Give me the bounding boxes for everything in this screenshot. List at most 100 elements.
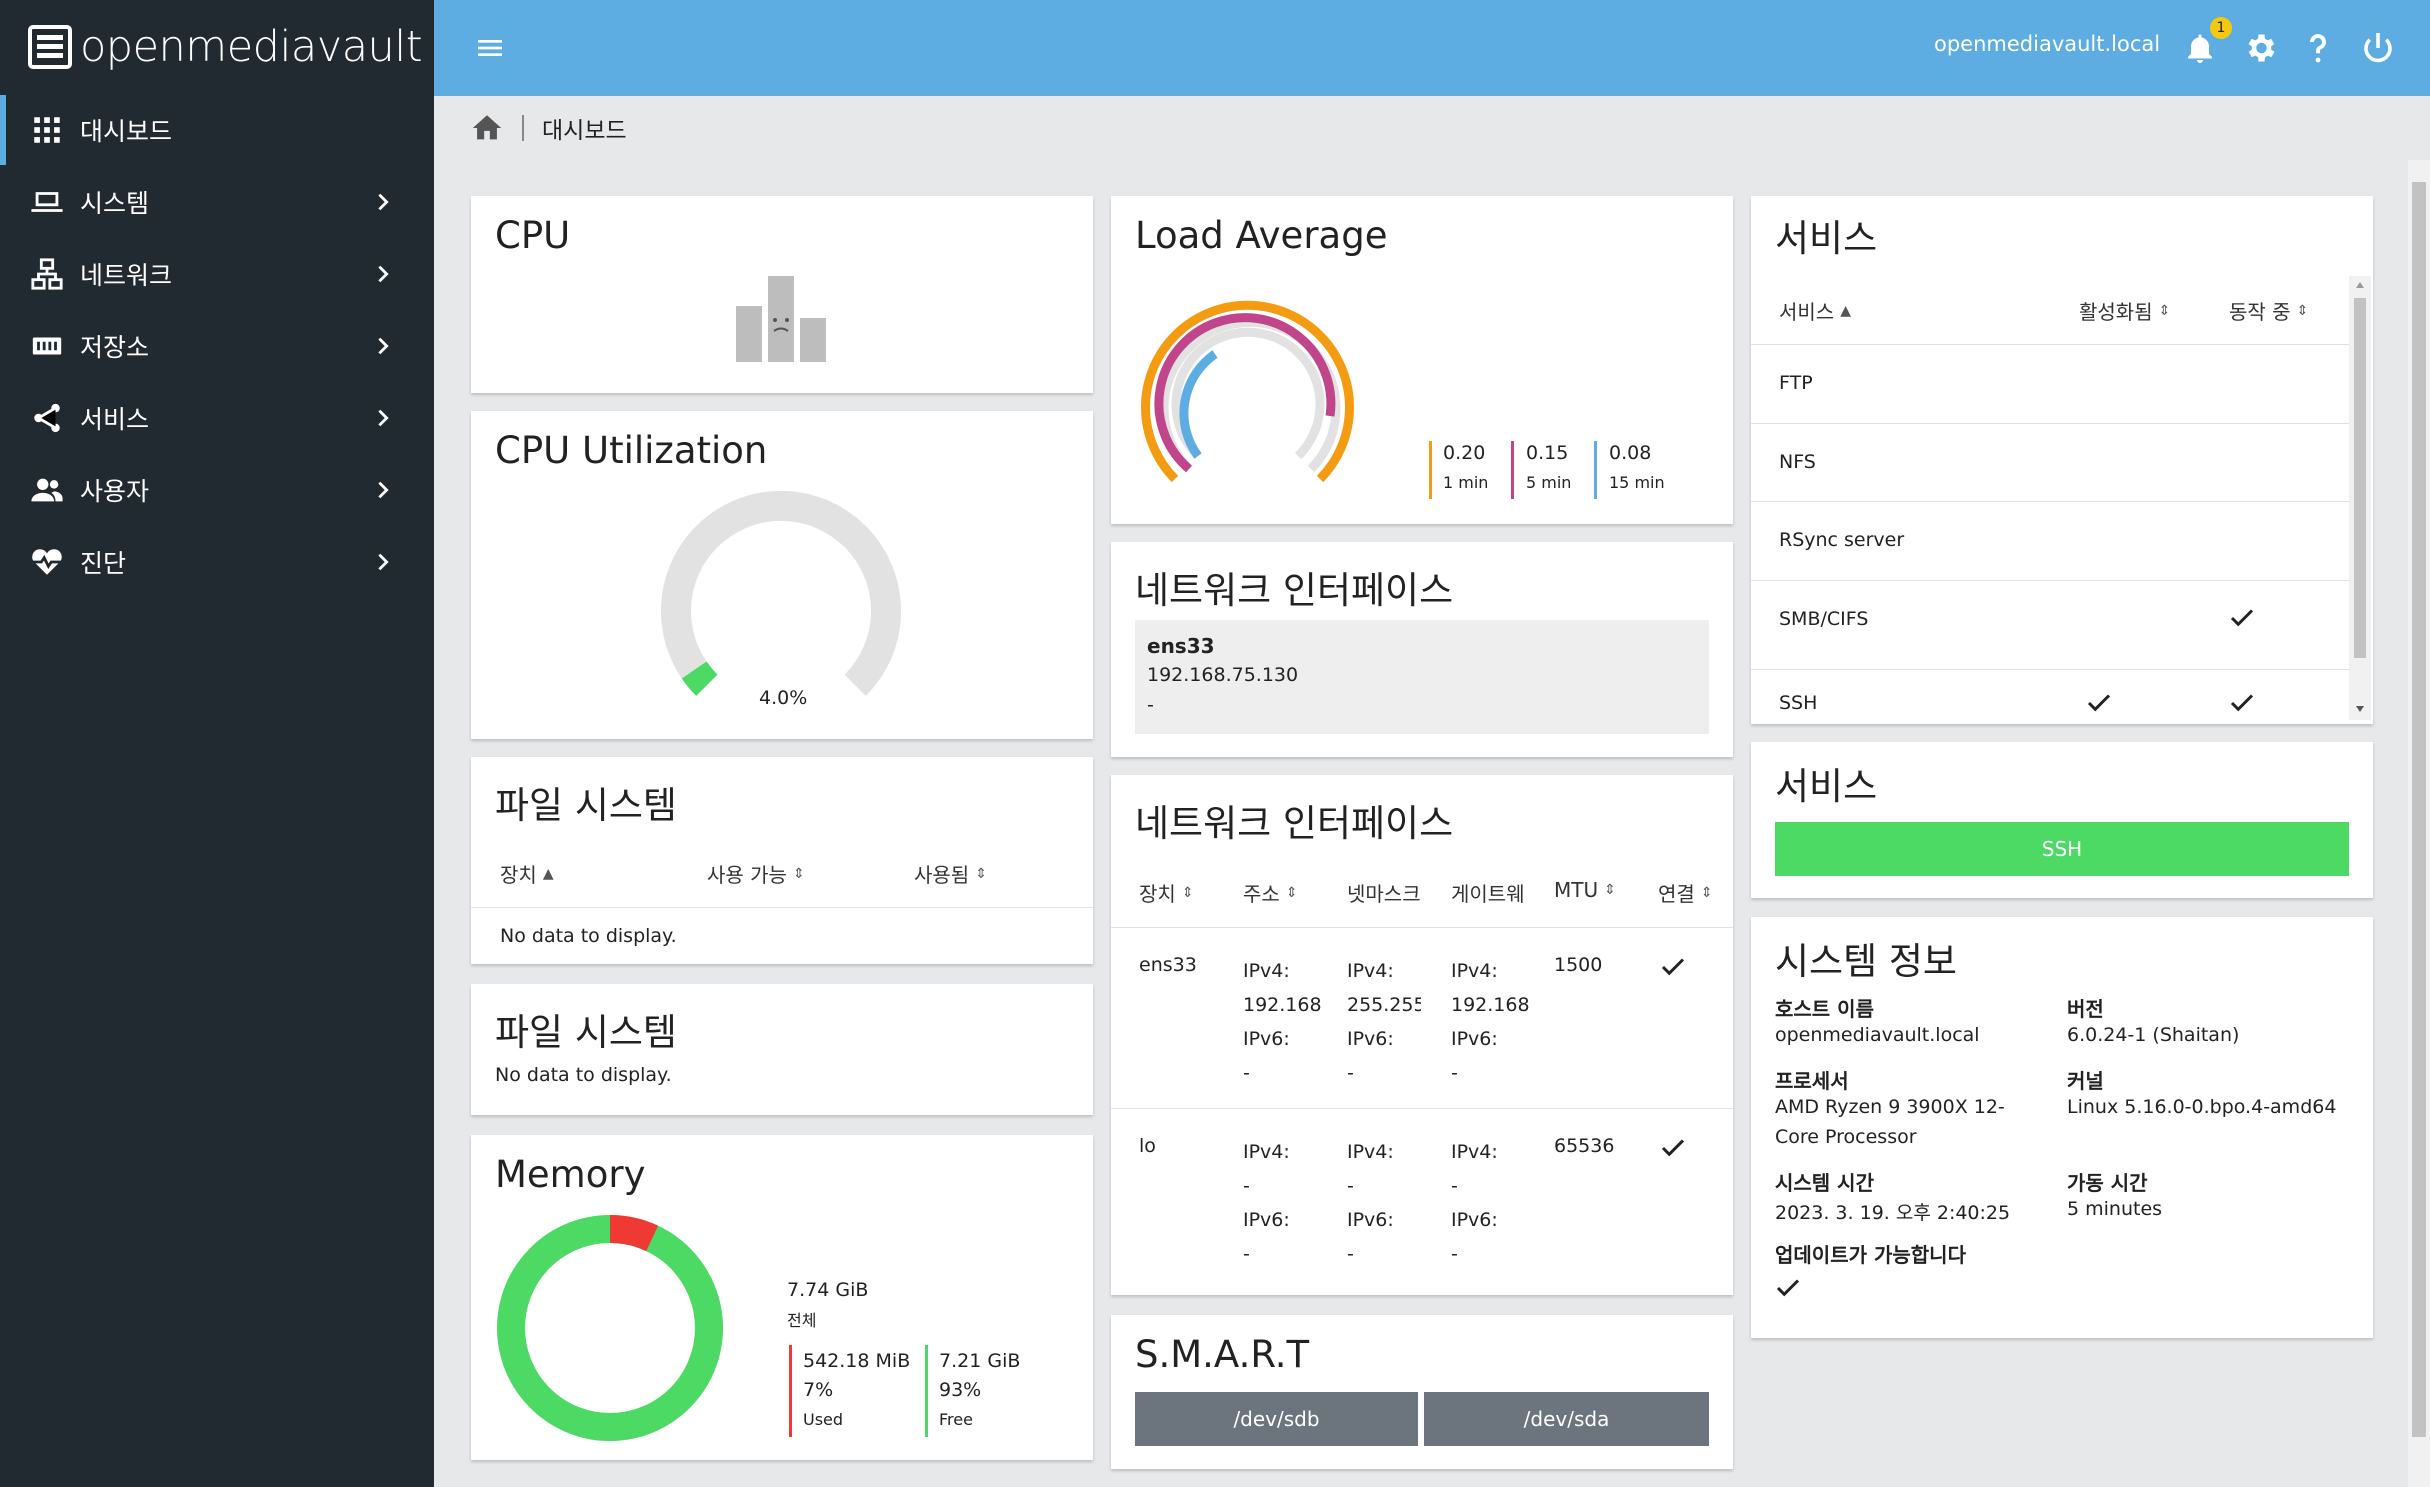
breadcrumb-separator [522,115,524,141]
load-1min-label: 1 min [1443,473,1489,492]
cell-service-name: FTP [1779,372,1813,394]
smart-card: S.M.A.R.T /dev/sdb /dev/sda [1111,1315,1733,1469]
processor-value: AMD Ryzen 9 3900X 12- [1775,1096,2005,1118]
brand-logo[interactable]: openmediavault [28,22,423,72]
service-status-tile[interactable]: SSH [1775,822,2349,876]
version-label: 버전 [2067,997,2104,1021]
empty-message: No data to display. [500,925,677,947]
table-row[interactable]: NFS [1751,424,2349,501]
chevron-right-icon [378,409,389,427]
memory-free-percent: 93% [939,1379,982,1401]
column-header-link[interactable]: 연결 ⇕ [1658,878,1728,907]
check-icon [1661,1139,1685,1157]
services-table: 서비스 ▲ 활성화됨 ⇕ 동작 중 ⇕ FTP NFS RSync server SM… [1751,276,2349,720]
scrollbar-thumb[interactable] [2354,298,2366,658]
services-scrollbar[interactable] [2349,276,2371,720]
used-legend-bar [789,1345,792,1437]
column-header-device[interactable]: 장치 ⇕ [1139,878,1239,907]
sidebar-item-users[interactable]: 사용자 [0,455,434,525]
smart-device-button[interactable]: /dev/sda [1424,1392,1709,1446]
network-interfaces-summary-card: 네트워크 인터페이스 ens33 192.168.75.130 - [1111,542,1733,757]
table-row[interactable]: lo IPv4: - IPv6: - IPv4: - IPv6: - IPv4: - IPv6:… [1111,1109,1733,1289]
network-icon [31,258,63,290]
page-scrollbar[interactable] [2408,160,2430,1487]
cell-netmask: IPv4: - IPv6: - [1347,1141,1394,1265]
check-icon [2230,609,2254,627]
menu-icon[interactable] [474,32,506,64]
card-title: 시스템 정보 [1775,940,1957,983]
free-slice [497,1215,723,1441]
processor-label: 프로세서 [1775,1069,1849,1093]
column-header-used[interactable]: 사용됨 ⇕ [914,859,987,888]
hostname-label: openmediavault.local [1934,32,2161,56]
table-row[interactable]: FTP [1751,345,2349,422]
load-15min-track [1171,327,1325,460]
network-interfaces-table-card: 네트워크 인터페이스 장치 ⇕ 주소 ⇕ 넷마스크 게이트웨 MTU ⇕ 연결 ⇕ en… [1111,775,1733,1295]
memory-free: 7.21 GiB [939,1350,1021,1372]
sidebar-item-dashboard[interactable]: 대시보드 [0,95,434,165]
card-title: Load Average [1135,214,1388,257]
help-icon[interactable] [2300,30,2336,66]
memory-used-label: Used [803,1410,844,1429]
cell-address: IPv4: 192.168 IPv6: - [1243,960,1322,1084]
scroll-down-icon[interactable] [2356,706,2364,712]
sidebar-item-system[interactable]: 시스템 [0,167,434,237]
column-header-gateway[interactable]: 게이트웨 [1451,878,1529,907]
load-average-gauge [1141,300,1354,483]
column-header-running[interactable]: 동작 중 ⇕ [2229,296,2308,325]
sidebar-item-label: 시스템 [80,189,150,218]
card-title: Memory [495,1153,646,1196]
kernel-label: 커널 [2067,1069,2104,1093]
sidebar-item-storage[interactable]: 저장소 [0,311,434,381]
free-legend-bar [925,1345,928,1437]
grid-icon [34,117,60,143]
sidebar-item-diagnostics[interactable]: 진단 [0,527,434,597]
interface-address: 192.168.75.130 [1147,664,1299,686]
heartbeat-icon [32,549,62,575]
system-info-card: 시스템 정보 호스트 이름 openmediavault.local 버전 6.… [1751,917,2373,1338]
table-row[interactable]: ens33 IPv4: 192.168 IPv6: - IPv4: 255.255 IPv… [1111,928,1733,1108]
load-15min-marker [1594,441,1597,499]
scrollbar-thumb[interactable] [2412,182,2426,1437]
column-header-address[interactable]: 주소 ⇕ [1243,878,1343,907]
gear-icon[interactable] [2242,30,2278,66]
cell-mtu: 1500 [1554,954,1603,976]
card-title: 서비스 [1775,765,1878,808]
chevron-right-icon [378,337,389,355]
column-header-available[interactable]: 사용 가능 ⇕ [707,859,805,888]
column-header-netmask[interactable]: 넷마스크 [1347,878,1427,907]
column-header-device[interactable]: 장치 ▲ [500,859,554,888]
cell-device: lo [1139,1135,1156,1157]
column-header-mtu[interactable]: MTU ⇕ [1554,878,1654,902]
table-row[interactable]: SSH [1751,670,2349,720]
scroll-up-icon[interactable] [2356,282,2364,288]
power-icon[interactable] [2360,30,2396,66]
gauge-value-arc [681,661,718,696]
smart-device-button[interactable]: /dev/sdb [1135,1392,1418,1446]
sidebar-item-label: 사용자 [80,477,150,506]
load-15min-label: 15 min [1609,473,1665,492]
column-header-service[interactable]: 서비스 ▲ [1779,296,1851,325]
card-title: CPU [495,214,571,257]
sidebar-item-services[interactable]: 서비스 [0,383,434,453]
processor-value-cont: Core Processor [1775,1126,1917,1148]
column-header-enabled[interactable]: 활성화됨 ⇕ [2079,296,2170,325]
cpu-card: CPU [471,196,1093,393]
share-icon [34,403,60,433]
sidebar-item-network[interactable]: 네트워크 [0,239,434,309]
table-row[interactable]: SMB/CIFS [1751,581,2349,666]
filesystems-card: 파일 시스템 No data to display. [471,984,1093,1115]
gauge-track [661,491,901,696]
cell-gateway: IPv4: - IPv6: - [1451,1141,1498,1265]
home-icon[interactable] [470,111,504,145]
chevron-right-icon [378,481,389,499]
load-1min-value: 0.20 [1443,442,1486,464]
load-5min-value: 0.15 [1526,442,1569,464]
storage-icon [32,337,62,355]
cpu-utilization-value: 4.0% [759,687,808,709]
sidebar-item-label: 대시보드 [80,117,173,146]
table-row[interactable]: RSync server [1751,502,2349,579]
server-icon [28,25,72,69]
chevron-right-icon [378,553,389,571]
brand-name: openmediavault [80,22,423,72]
